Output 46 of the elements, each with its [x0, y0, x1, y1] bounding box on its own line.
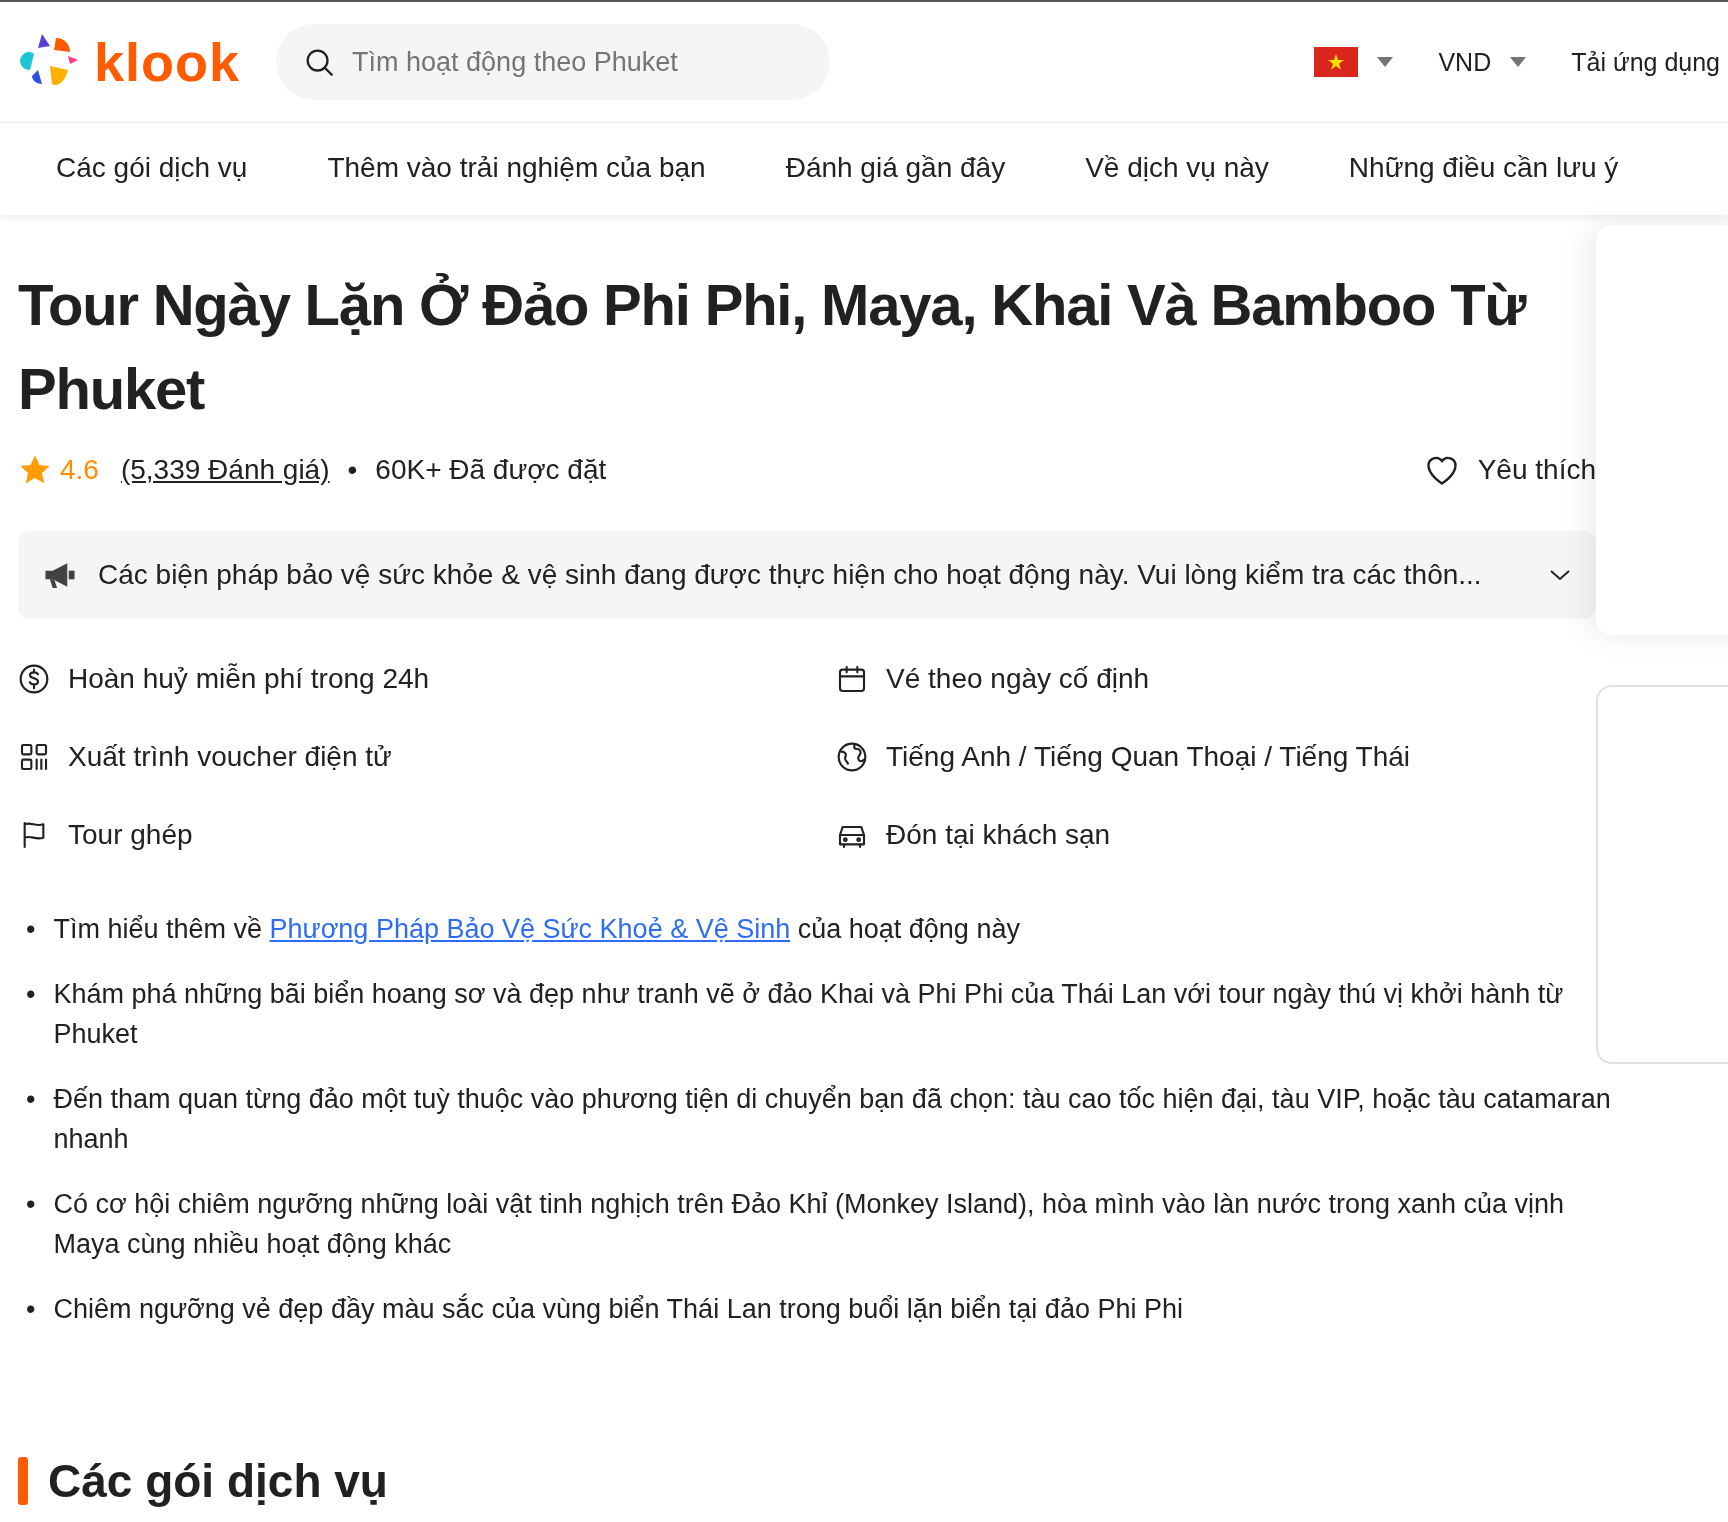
flag-icon — [1314, 47, 1359, 77]
search-field[interactable]: Tìm hoạt động theo Phuket — [276, 24, 831, 100]
notice-text: Các biện pháp bảo vệ sức khỏe & vệ sinh đang được thực hiện cho hoạt động này. Vui lòng kiểm tra các thôn... — [98, 559, 1483, 591]
nav-tab[interactable]: Các gói dịch vụ — [56, 143, 248, 195]
star-icon — [18, 454, 52, 486]
caret-icon — [1509, 56, 1528, 68]
caret-icon — [1376, 56, 1395, 68]
feature-text: Vé theo ngày cố định — [886, 663, 1150, 695]
bullet-mark: • — [26, 1083, 36, 1116]
highlight-item: Tìm hiểu thêm về Phương Pháp Bảo Vệ Sức Khoẻ & Vệ Sinh của hoạt động này — [53, 913, 1020, 946]
feature-text: Xuất trình voucher điện tử — [68, 741, 392, 773]
globe-icon — [836, 741, 868, 773]
feature-text: Đón tại khách sạn — [886, 819, 1111, 851]
nav-tab[interactable]: Thêm vào trải nghiệm của bạn — [327, 143, 706, 195]
highlight-item: Đến tham quan từng đảo một tuỳ thuộc vào phương tiện di chuyển bạn đã chọn: tàu cao tốc hiện đại, tàu VIP, hoặc tàu catamaran nhanh — [53, 1083, 1612, 1156]
currency-dropdown[interactable]: VND — [1438, 47, 1528, 77]
highlight-item: Khám phá những bãi biển hoang sơ và đẹp như tranh vẽ ở đảo Khai và Phi Phi của Thái Lan với tour ngày thú vị khởi hành từ Phuket — [53, 978, 1565, 1051]
highlight-item: Có cơ hội chiêm ngưỡng những loài vật tinh nghịch trên Đảo Khỉ (Monkey Island), hòa mình vào làn nước trong xanh của vịnh Maya cùng nhiều hoạt động khác — [53, 1188, 1566, 1261]
logo-text: klook — [94, 31, 241, 93]
section-heading: Các gói dịch vụ — [48, 1454, 388, 1508]
qr-code-icon — [18, 741, 50, 773]
highlight-item: Chiêm ngưỡng vẻ đẹp đầy màu sắc của vùng biển Thái Lan trong buổi lặn biển tại đảo Phi Phi — [53, 1292, 1183, 1326]
nav-tab[interactable]: Đánh giá gần đây — [785, 143, 1006, 195]
booked-count: 60K+ Đã được đặt — [375, 454, 607, 486]
bullet-mark: • — [26, 913, 36, 946]
feature-text: Tiếng Anh / Tiếng Quan Thoại / Tiếng Thái — [886, 741, 1411, 773]
nav-tab[interactable]: Những điều cần lưu ý — [1348, 143, 1619, 195]
separator-dot: • — [347, 454, 358, 486]
health-notice-banner[interactable]: Các biện pháp bảo vệ sức khỏe & vệ sinh đang được thực hiện cho hoạt động này. Vui lòng kiểm tra các thôn... — [18, 531, 1596, 619]
chevron-icon — [1548, 567, 1572, 583]
dollar-icon — [18, 663, 50, 695]
activity-title: Tour Ngày Lặn Ở Đảo Phi Phi, Maya, Khai Và Bamboo Từ Phuket — [18, 271, 1528, 423]
calendar-icon — [836, 663, 868, 695]
rating-score: 4.6 — [60, 454, 99, 486]
nav-tab[interactable]: Về dịch vụ này — [1085, 143, 1269, 195]
bullet-mark: • — [26, 1188, 36, 1221]
hygiene-link[interactable]: Phương Pháp Bảo Vệ Sức Khoẻ & Vệ Sinh — [269, 914, 791, 944]
bullet-mark: • — [26, 1293, 36, 1326]
feature-text: Tour ghép — [68, 819, 193, 851]
app-download-link[interactable]: Tải ứng dụng — [1571, 47, 1720, 77]
feature-text: Hoàn huỷ miễn phí trong 24h — [68, 663, 430, 695]
heading-accent-bar — [18, 1457, 28, 1505]
reviews-link[interactable]: (5,339 Đánh giá) — [120, 454, 330, 486]
wishlist-button[interactable]: Yêu thích — [1423, 453, 1596, 487]
language-dropdown[interactable] — [1314, 47, 1395, 77]
bullet-mark: • — [26, 978, 36, 1011]
